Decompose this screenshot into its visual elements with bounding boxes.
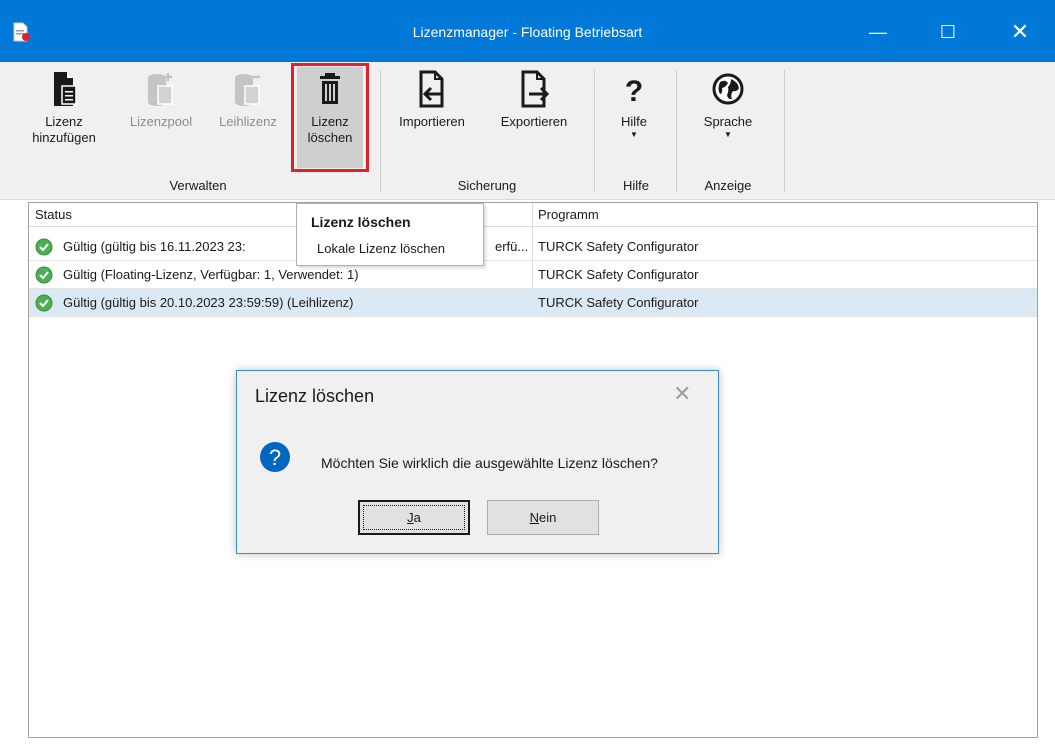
minimize-button[interactable]: — — [855, 16, 901, 48]
dialog-title: Lizenz löschen — [255, 386, 375, 406]
add-license-icon — [54, 72, 77, 106]
license-pool-button[interactable]: Lizenzpool — [120, 70, 202, 130]
check-icon — [35, 238, 53, 256]
yes-button[interactable]: Ja — [358, 500, 470, 535]
svg-text:?: ? — [269, 445, 281, 470]
delete-license-menu: Lizenz löschen Lokale Lizenz löschen — [296, 203, 484, 266]
confirm-dialog: Lizenz löschen ✕ ? Möchten Sie wirklich … — [236, 370, 719, 554]
trash-icon — [320, 73, 340, 104]
export-button[interactable]: Exportieren — [486, 70, 582, 130]
group-label-hilfe: Hilfe — [622, 178, 649, 193]
delete-license-button[interactable]: Lizenz löschen — [296, 70, 364, 146]
column-header-program[interactable]: Programm — [532, 203, 1037, 227]
loan-license-icon — [235, 74, 260, 106]
ribbon-separator — [380, 70, 381, 192]
dialog-message: Möchten Sie wirklich die ausgewählte Liz… — [321, 455, 658, 471]
license-pool-icon — [148, 73, 173, 106]
program-cell: TURCK Safety Configurator — [538, 239, 699, 254]
add-license-button[interactable]: Lizenz hinzufügen — [22, 70, 106, 146]
import-icon — [419, 70, 444, 108]
check-icon — [35, 294, 53, 312]
ribbon-separator — [784, 70, 785, 192]
program-cell: TURCK Safety Configurator — [538, 267, 699, 282]
help-icon: ? — [625, 75, 643, 108]
no-button[interactable]: Nein — [487, 500, 599, 535]
focus-rectangle — [363, 505, 465, 530]
menu-item-delete-local-license[interactable]: Lokale Lizenz löschen — [317, 241, 445, 256]
group-label-anzeige: Anzeige — [704, 178, 752, 193]
status-cell-tail: erfü... — [495, 239, 529, 254]
group-label-verwalten: Verwalten — [169, 178, 227, 193]
status-cell: Gültig (gültig bis 16.11.2023 23: — [63, 239, 246, 254]
group-label-sicherung: Sicherung — [457, 178, 517, 193]
chevron-down-icon: ▼ — [630, 130, 638, 139]
ribbon-separator — [676, 70, 677, 192]
ribbon-separator — [594, 70, 595, 192]
maximize-button[interactable]: ☐ — [925, 16, 971, 48]
chevron-down-icon: ▼ — [724, 130, 732, 139]
table-row[interactable]: Gültig (Floating-Lizenz, Verfügbar: 1, V… — [29, 261, 1037, 289]
dialog-close-icon[interactable]: ✕ — [673, 381, 691, 407]
language-button[interactable]: Sprache ▼ — [684, 70, 772, 140]
loan-license-button[interactable]: Leihlizenz — [208, 70, 288, 130]
table-row-selected[interactable]: Gültig (gültig bis 20.10.2023 23:59:59) … — [29, 289, 1037, 317]
table-row[interactable]: Gültig (gültig bis 16.11.2023 23: erfü..… — [29, 233, 1037, 261]
globe-icon — [712, 73, 744, 105]
menu-header: Lizenz löschen — [311, 214, 411, 230]
close-button[interactable]: ✕ — [997, 16, 1043, 48]
status-cell: Gültig (Floating-Lizenz, Verfügbar: 1, V… — [63, 267, 359, 282]
status-cell: Gültig (gültig bis 20.10.2023 23:59:59) … — [63, 295, 354, 310]
ribbon: Lizenz hinzufügen Lizenzpool Leihlizenz — [0, 62, 1055, 200]
svg-text:?: ? — [625, 75, 643, 108]
check-icon — [35, 266, 53, 284]
title-bar: Lizenzmanager - Floating Betriebsart — ☐… — [0, 0, 1055, 62]
help-button[interactable]: ? Hilfe ▼ — [602, 70, 666, 140]
program-cell: TURCK Safety Configurator — [538, 295, 699, 310]
export-icon — [521, 70, 550, 108]
question-icon: ? — [260, 442, 290, 472]
import-button[interactable]: Importieren — [386, 70, 478, 130]
